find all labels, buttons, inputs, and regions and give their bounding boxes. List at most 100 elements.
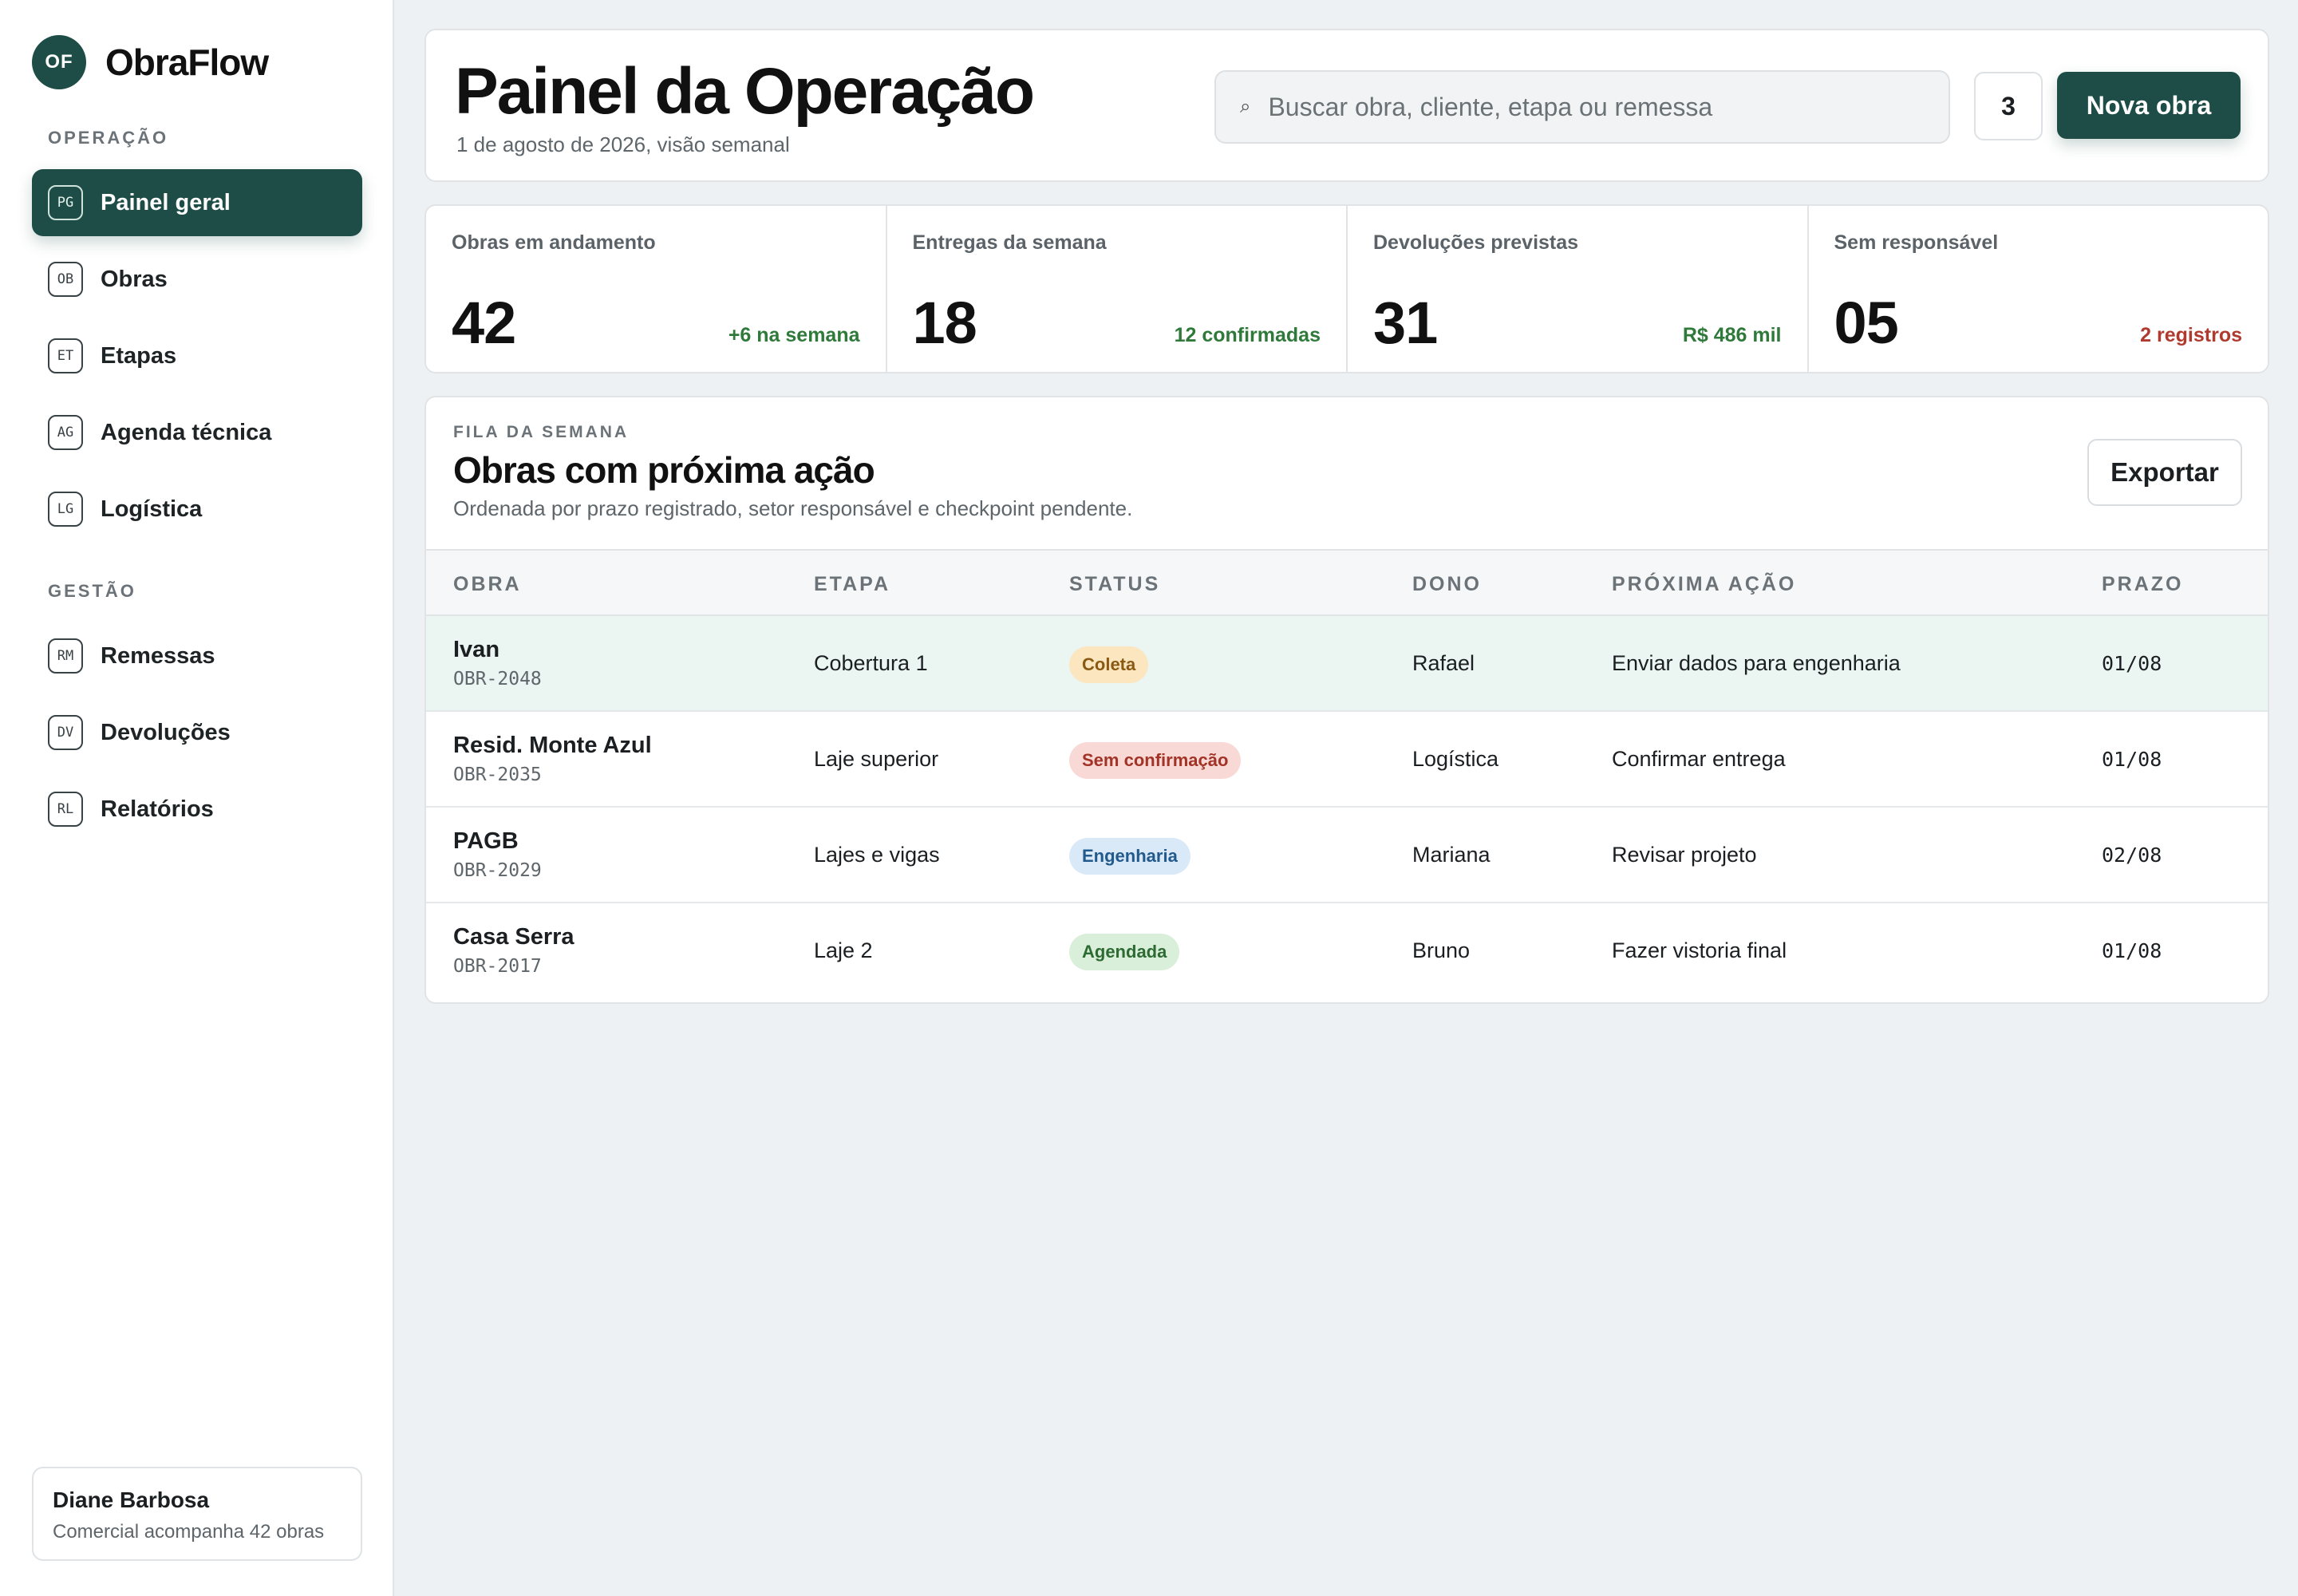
- stage-cell: Lajes e vigas: [814, 843, 940, 867]
- status-badge: Sem confirmação: [1069, 742, 1242, 779]
- obra-name: PAGB: [453, 828, 519, 854]
- sidebar-item-devolucoes[interactable]: DV Devoluções: [32, 699, 362, 766]
- next-action-cell: Revisar projeto: [1612, 843, 1757, 867]
- owner-cell: Rafael: [1412, 651, 1475, 675]
- user-subtitle: Comercial acompanha 42 obras: [53, 1521, 325, 1543]
- notification-count-button[interactable]: 3: [1974, 72, 2043, 140]
- table-row[interactable]: Ivan OBR-2048 Cobertura 1 Coleta Rafael …: [426, 616, 2268, 712]
- search-icon: ⌕: [1240, 96, 1251, 117]
- obra-code: OBR-2048: [453, 669, 542, 689]
- kpi-value: 31: [1373, 290, 1438, 356]
- owner-cell: Mariana: [1412, 843, 1491, 867]
- column-header-status[interactable]: STATUS: [1069, 573, 1160, 596]
- sidebar-item-label: Painel geral: [101, 189, 231, 215]
- table-row[interactable]: PAGB OBR-2029 Lajes e vigas Engenharia M…: [426, 808, 2268, 903]
- kpi-card: Entregas da semana 18 12 confirmadas: [887, 206, 1348, 372]
- status-badge: Engenharia: [1069, 838, 1190, 875]
- queue-title: Obras com próxima ação: [453, 449, 875, 491]
- column-header-obra[interactable]: OBRA: [453, 573, 522, 596]
- user-name: Diane Barbosa: [53, 1487, 210, 1512]
- kpi-value: 42: [452, 290, 516, 356]
- deadline-cell: 01/08: [2102, 748, 2162, 771]
- kpi-strip: Obras em andamento 42 +6 na semana Entre…: [424, 204, 2269, 373]
- new-obra-button[interactable]: Nova obra: [2057, 72, 2241, 139]
- stage-cell: Cobertura 1: [814, 651, 928, 675]
- kpi-label: Obras em andamento: [452, 231, 656, 254]
- page-subtitle: 1 de agosto de 2026, visão semanal: [456, 132, 790, 156]
- sidebar-item-remessas[interactable]: RM Remessas: [32, 622, 362, 689]
- sidebar-item-label: Agenda técnica: [101, 419, 272, 445]
- calendar-icon: AG: [48, 415, 83, 450]
- obra-name: Ivan: [453, 637, 500, 662]
- user-card[interactable]: Diane Barbosa Comercial acompanha 42 obr…: [32, 1467, 362, 1561]
- nav-section-gestao: GESTÃO: [48, 581, 136, 601]
- kpi-delta: 12 confirmadas: [1174, 324, 1321, 346]
- column-header-dono[interactable]: DONO: [1412, 573, 1482, 596]
- header-card: Painel da Operação 1 de agosto de 2026, …: [424, 29, 2269, 182]
- stage-cell: Laje superior: [814, 747, 939, 771]
- kpi-label: Sem responsável: [1834, 231, 1999, 254]
- status-badge: Coleta: [1069, 646, 1149, 683]
- nav-section-operacao: OPERAÇÃO: [48, 128, 169, 148]
- kpi-delta: R$ 486 mil: [1682, 324, 1782, 346]
- kpi-value: 18: [912, 290, 977, 356]
- kpi-card: Sem responsável 05 2 registros: [1809, 206, 2268, 372]
- sidebar-item-label: Devoluções: [101, 719, 231, 745]
- table-row[interactable]: Casa Serra OBR-2017 Laje 2 Agendada Brun…: [426, 903, 2268, 999]
- sidebar-item-label: Obras: [101, 266, 168, 292]
- brand-logo: OF: [32, 35, 86, 89]
- sidebar-item-obras[interactable]: OB Obras: [32, 246, 362, 313]
- sidebar-item-relatorios[interactable]: RL Relatórios: [32, 776, 362, 843]
- brand[interactable]: OF ObraFlow: [32, 35, 269, 89]
- column-header-prazo[interactable]: PRAZO: [2102, 573, 2184, 596]
- deadline-cell: 01/08: [2102, 939, 2162, 962]
- queue-subtitle: Ordenada por prazo registrado, setor res…: [453, 496, 1133, 520]
- sidebar: OF ObraFlow OPERAÇÃO PG Painel geral OB …: [0, 0, 394, 1596]
- kpi-card: Devoluções previstas 31 R$ 486 mil: [1348, 206, 1809, 372]
- sidebar-item-painel-geral[interactable]: PG Painel geral: [32, 169, 362, 236]
- sidebar-item-etapas[interactable]: ET Etapas: [32, 322, 362, 389]
- page-title: Painel da Operação: [455, 55, 1035, 128]
- next-action-cell: Enviar dados para engenharia: [1612, 651, 1901, 675]
- kpi-delta: 2 registros: [2140, 324, 2242, 346]
- kpi-delta: +6 na semana: [728, 324, 860, 346]
- report-icon: RL: [48, 792, 83, 827]
- next-action-cell: Confirmar entrega: [1612, 747, 1786, 771]
- sidebar-item-label: Relatórios: [101, 796, 214, 822]
- sidebar-item-label: Remessas: [101, 642, 215, 669]
- brand-name: ObraFlow: [105, 41, 269, 83]
- column-header-etapa[interactable]: ETAPA: [814, 573, 890, 596]
- search-input[interactable]: [1268, 92, 1923, 122]
- kpi-label: Entregas da semana: [912, 231, 1107, 254]
- kpi-label: Devoluções previstas: [1373, 231, 1579, 254]
- dashboard-icon: PG: [48, 185, 83, 220]
- table-header: OBRA ETAPA STATUS DONO PRÓXIMA AÇÃO PRAZ…: [426, 549, 2268, 616]
- deadline-cell: 01/08: [2102, 652, 2162, 675]
- obra-name: Resid. Monte Azul: [453, 733, 652, 758]
- search-box[interactable]: ⌕: [1214, 70, 1950, 144]
- package-icon: RM: [48, 638, 83, 674]
- sidebar-item-logistica[interactable]: LG Logística: [32, 476, 362, 543]
- table-row[interactable]: Resid. Monte Azul OBR-2035 Laje superior…: [426, 712, 2268, 808]
- building-icon: OB: [48, 262, 83, 297]
- obra-name: Casa Serra: [453, 924, 574, 950]
- obra-code: OBR-2017: [453, 956, 542, 977]
- queue-card: FILA DA SEMANA Obras com próxima ação Or…: [424, 396, 2269, 1004]
- status-badge: Agendada: [1069, 934, 1180, 970]
- return-icon: DV: [48, 715, 83, 750]
- kpi-value: 05: [1834, 290, 1899, 356]
- steps-icon: ET: [48, 338, 83, 373]
- sidebar-item-agenda-tecnica[interactable]: AG Agenda técnica: [32, 399, 362, 466]
- sidebar-item-label: Etapas: [101, 342, 177, 369]
- owner-cell: Logística: [1412, 747, 1499, 771]
- owner-cell: Bruno: [1412, 938, 1471, 962]
- truck-icon: LG: [48, 492, 83, 527]
- stage-cell: Laje 2: [814, 938, 873, 962]
- export-button[interactable]: Exportar: [2087, 439, 2242, 506]
- column-header-proxima-acao[interactable]: PRÓXIMA AÇÃO: [1612, 573, 1796, 596]
- obra-code: OBR-2035: [453, 764, 542, 785]
- deadline-cell: 02/08: [2102, 843, 2162, 867]
- sidebar-item-label: Logística: [101, 496, 203, 522]
- kpi-card: Obras em andamento 42 +6 na semana: [426, 206, 887, 372]
- queue-eyebrow: FILA DA SEMANA: [453, 423, 630, 441]
